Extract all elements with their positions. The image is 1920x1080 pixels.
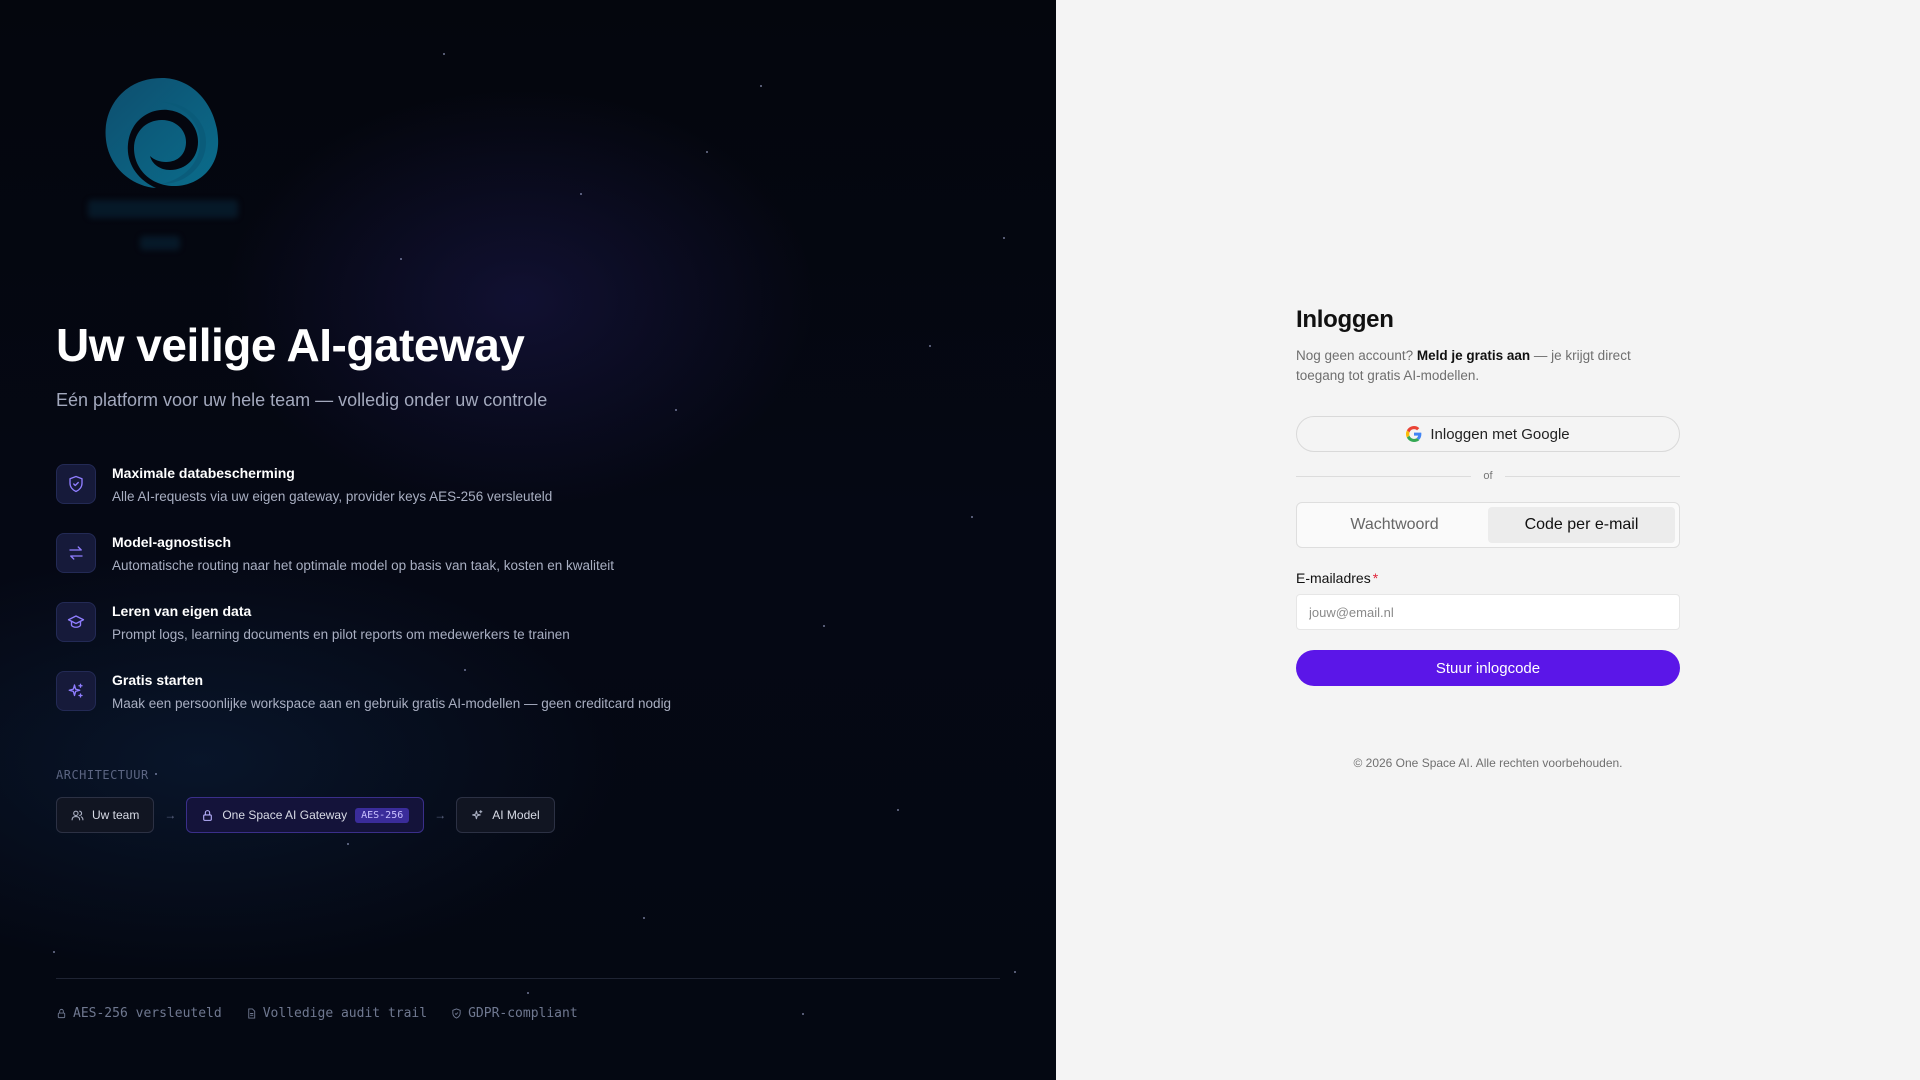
feature-title: Gratis starten [112,672,204,688]
divider [56,978,1000,979]
chip-model: AI Model [456,797,555,833]
sparkles-icon [56,671,96,711]
signup-link[interactable]: Meld je gratis aan [1417,348,1530,363]
google-icon [1406,426,1422,442]
trust-item: GDPR-compliant [451,1006,578,1021]
feature-item: Gratis starten Maak een persoonlijke wor… [56,671,671,740]
star [823,625,825,627]
trust-item-label: GDPR-compliant [468,1006,578,1021]
chip-gateway: One Space AI Gateway AES-256 [186,797,425,833]
star [760,85,762,87]
feature-title: Maximale databescherming [112,465,295,481]
star [1014,971,1016,973]
shield-icon [451,1008,462,1019]
signup-prompt: Nog geen account? [1296,348,1414,363]
star [527,992,529,994]
required-marker: * [1372,570,1379,586]
hero-title: Uw veilige AI-gateway [56,319,525,371]
star [643,917,645,919]
star [675,409,677,411]
lock-icon [56,1008,67,1019]
divider-line [1296,475,1472,477]
star [155,773,157,775]
star [897,809,899,811]
chip-team-label: Uw team [92,808,140,822]
feature-item: Maximale databescherming Alle AI-request… [56,464,671,533]
lock-icon [201,809,214,822]
architecture-diagram: Uw team → One Space AI Gateway AES-256 →… [56,797,555,833]
tab-password[interactable]: Wachtwoord [1301,507,1488,543]
feature-description: Prompt logs, learning documents en pilot… [112,627,570,642]
trust-item: Volledige audit trail [246,1006,427,1021]
document-icon [246,1008,257,1019]
copyright: © 2026 One Space AI. Alle rechten voorbe… [1353,756,1623,770]
feature-title: Model-agnostisch [112,534,232,550]
star [580,193,582,195]
send-code-button[interactable]: Stuur inlogcode [1296,650,1680,686]
divider-line [1504,475,1680,477]
chip-gateway-label: One Space AI Gateway [222,808,348,822]
trust-item-label: Volledige audit trail [262,1006,428,1021]
or-label: of [1483,470,1493,482]
email-label: E-mailadres * [1296,570,1680,586]
form-subtitle: Nog geen account? Meld je gratis aan — j… [1296,346,1680,386]
tab-email-code[interactable]: Code per e-mail [1488,507,1675,543]
graduation-cap-icon [56,602,96,642]
form-title: Inloggen [1296,306,1394,333]
feature-list: Maximale databescherming Alle AI-request… [56,464,671,740]
star [443,53,445,55]
feature-description: Automatische routing naar het optimale m… [112,558,615,573]
architecture-label: ARCHITECTUUR [56,768,149,782]
feature-item: Model-agnostisch Automatische routing na… [56,533,671,602]
trust-footer: AES-256 versleuteld Volledige audit trai… [56,1006,602,1021]
feature-item: Leren van eigen data Prompt logs, learni… [56,602,671,671]
star [400,258,402,260]
star [347,843,349,845]
left-panel: Uw veilige AI-gateway Eén platform voor … [0,0,1056,1080]
logo-wordmark [88,200,238,218]
chip-team: Uw team [56,797,155,833]
arrow-icon: → [164,808,177,822]
google-login-button[interactable]: Inloggen met Google [1296,416,1680,452]
star [53,951,55,953]
star [929,345,931,347]
login-form: Inloggen Nog geen account? Meld je grati… [1296,306,1680,686]
chip-model-label: AI Model [492,808,540,822]
sparkles-icon [471,809,484,822]
feature-description: Alle AI-requests via uw eigen gateway, p… [112,489,553,504]
logo-wordmark-sub [140,236,180,250]
arrow-icon: → [434,808,447,822]
trust-item-label: AES-256 versleuteld [73,1006,222,1021]
feature-description: Maak een persoonlijke workspace aan en g… [112,696,672,711]
users-icon [71,809,84,822]
star [802,1013,804,1015]
encryption-badge: AES-256 [355,807,410,823]
email-field[interactable] [1296,594,1680,630]
hero-subtitle: Eén platform voor uw hele team — volledi… [56,390,548,410]
star [971,516,973,518]
google-login-label: Inloggen met Google [1430,425,1570,443]
feature-title: Leren van eigen data [112,603,252,619]
swap-arrows-icon [56,533,96,573]
star [706,151,708,153]
star [1003,237,1005,239]
or-divider: of [1296,470,1680,482]
login-method-tabs: Wachtwoord Code per e-mail [1296,502,1680,548]
shield-icon [56,464,96,504]
logo-icon [105,78,219,188]
email-label-text: E-mailadres [1296,570,1371,586]
right-panel: Inloggen Nog geen account? Meld je grati… [1056,0,1920,1080]
trust-item: AES-256 versleuteld [56,1006,222,1021]
